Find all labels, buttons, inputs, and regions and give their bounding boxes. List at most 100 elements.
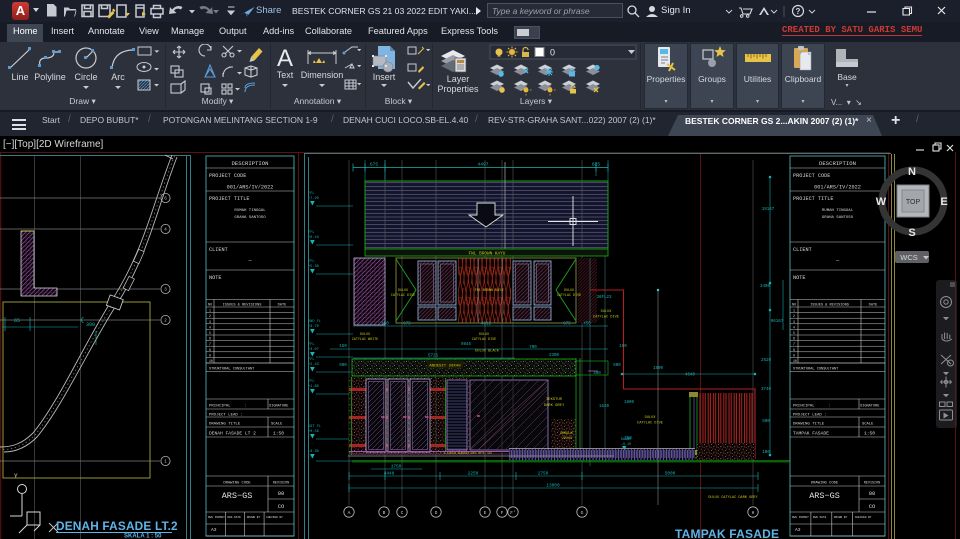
- svg-text:F': F': [510, 510, 516, 516]
- svg-text:SCALE: SCALE: [271, 423, 283, 427]
- svg-text:DENAH FASADE LT 2: DENAH FASADE LT 2: [209, 431, 256, 437]
- svg-text:FNL BROWN KAYU: FNL BROWN KAYU: [469, 252, 506, 257]
- svg-text:Dimension: Dimension: [301, 70, 344, 80]
- svg-text:DESCRIPTION: DESCRIPTION: [819, 160, 856, 167]
- svg-text:CATYLAC DIVE: CATYLAC DIVE: [637, 422, 663, 426]
- svg-text:500: 500: [762, 420, 770, 424]
- svg-text:Y: Y: [14, 473, 18, 480]
- svg-text:5000: 5000: [665, 472, 676, 477]
- svg-text:A3: A3: [795, 527, 801, 533]
- svg-text:DWG DATE: DWG DATE: [227, 516, 241, 519]
- svg-text:CO: CO: [278, 503, 285, 510]
- svg-text:675: 675: [370, 162, 379, 168]
- svg-text:SKALA 1 : 50: SKALA 1 : 50: [124, 534, 162, 539]
- svg-text:CO: CO: [869, 503, 876, 510]
- svg-text:+2.43: +2.43: [308, 363, 319, 367]
- svg-text:2750: 2750: [538, 472, 549, 477]
- svg-text:DENAH FASADE LT.2: DENAH FASADE LT.2: [56, 519, 178, 533]
- svg-text:STRUKTURAL CONSULTANT: STRUKTURAL CONSULTANT: [209, 368, 255, 372]
- svg-text:DULUX: DULUX: [564, 289, 574, 293]
- svg-text:DRAWING CODE: DRAWING CODE: [223, 482, 251, 486]
- svg-text:Line: Line: [11, 72, 28, 82]
- svg-text:ISSUES & REVISIONS: ISSUES & REVISIONS: [223, 304, 262, 308]
- svg-text:7: 7: [793, 342, 795, 346]
- svg-text:1800: 1800: [624, 401, 635, 405]
- svg-text:DULUX: DULUX: [398, 289, 408, 293]
- svg-text:SIGNATURE: SIGNATURE: [269, 405, 288, 409]
- svg-text:300: 300: [86, 322, 95, 328]
- svg-text:DWG FORMAT: DWG FORMAT: [792, 516, 809, 519]
- svg-text:DATE: DATE: [869, 304, 878, 308]
- svg-text:19167: 19167: [762, 208, 775, 212]
- svg-text:CLIENT: CLIENT: [209, 247, 228, 253]
- svg-text:+6.10: +6.10: [308, 236, 319, 240]
- svg-text:6: 6: [209, 337, 211, 341]
- svg-text:+3.07: +3.07: [308, 348, 319, 352]
- svg-text:600: 600: [339, 364, 347, 368]
- svg-text:+0.56: +0.56: [308, 430, 319, 434]
- svg-text:NO: NO: [792, 304, 796, 308]
- svg-text:Circle: Circle: [74, 72, 97, 82]
- svg-text:DULUX BLACK: DULUX BLACK: [475, 350, 500, 354]
- svg-text:[−][Top][2D Wireframe]: [−][Top][2D Wireframe]: [3, 139, 104, 150]
- svg-text:13000: 13000: [546, 484, 560, 489]
- svg-text:+7.20: +7.20: [308, 197, 319, 201]
- svg-text:FFL: FFL: [308, 192, 314, 196]
- svg-text:SIGNATURE: SIGNATURE: [860, 405, 879, 409]
- svg-text:DAWAH: DAWAH: [621, 438, 631, 442]
- svg-text:E: E: [940, 196, 947, 208]
- svg-text:3740: 3740: [761, 388, 772, 392]
- svg-text:TAMPAK FASADE: TAMPAK FASADE: [793, 431, 829, 437]
- svg-text:TAMPAK FASADE: TAMPAK FASADE: [675, 527, 779, 539]
- svg-text:0: 0: [550, 48, 555, 58]
- svg-text:DULUX CATYLAC DARK GREY: DULUX CATYLAC DARK GREY: [708, 496, 758, 500]
- svg-text:CATYLAC WHITE: CATYLAC WHITE: [352, 338, 378, 342]
- svg-text:600: 600: [613, 364, 621, 368]
- svg-text:1ST FL: 1ST FL: [308, 425, 321, 429]
- svg-text:Text: Text: [277, 70, 294, 80]
- svg-text:4: 4: [209, 325, 211, 329]
- svg-text:Properties: Properties: [437, 84, 479, 94]
- svg-text:4640: 4640: [685, 374, 696, 378]
- svg-text:450: 450: [381, 323, 389, 327]
- svg-text:5: 5: [793, 331, 795, 335]
- svg-text:NOTE: NOTE: [793, 275, 805, 281]
- svg-text:B: B: [383, 510, 386, 516]
- svg-text:DRAWING CODE: DRAWING CODE: [811, 482, 839, 486]
- svg-text:G: G: [581, 510, 584, 516]
- svg-text:NO: NO: [208, 304, 212, 308]
- svg-text:DRAWN BY: DRAWN BY: [834, 516, 848, 519]
- svg-text:PRINCIPAL: PRINCIPAL: [793, 405, 815, 409]
- svg-text:+5.30: +5.30: [308, 265, 319, 269]
- svg-text:9845: 9845: [461, 343, 472, 347]
- svg-text:8: 8: [209, 348, 211, 352]
- svg-text:1: 1: [209, 309, 211, 313]
- svg-text:10: 10: [793, 359, 797, 363]
- svg-text:1590: 1590: [653, 367, 664, 371]
- svg-text:4497: 4497: [477, 162, 488, 168]
- svg-text:7: 7: [209, 342, 211, 346]
- svg-text:ISSUES & REVISIONS: ISSUES & REVISIONS: [810, 304, 849, 308]
- svg-text:DRAWING TITLE: DRAWING TITLE: [209, 423, 241, 427]
- svg-text:GRAHA SANTOSO: GRAHA SANTOSO: [234, 216, 266, 220]
- svg-text:3: 3: [209, 320, 211, 324]
- svg-text:1:50: 1:50: [864, 431, 875, 437]
- svg-text::: :: [244, 405, 246, 409]
- svg-text:WCS: WCS: [900, 253, 918, 262]
- svg-text:825: 825: [592, 162, 601, 168]
- svg-text:700: 700: [529, 346, 537, 350]
- svg-text:S: S: [908, 227, 915, 239]
- svg-text:3448: 3448: [384, 472, 395, 477]
- svg-text:Polyline: Polyline: [34, 72, 66, 82]
- svg-text:STRUKTURAL CONSULTANT: STRUKTURAL CONSULTANT: [793, 368, 839, 372]
- svg-text:DATE: DATE: [278, 304, 287, 308]
- svg-text:+3.70: +3.70: [308, 325, 319, 329]
- svg-text:2: 2: [793, 314, 795, 318]
- svg-text:A3: A3: [211, 527, 217, 533]
- svg-text:A: A: [277, 45, 293, 72]
- svg-text:DRAWING TITLE: DRAWING TITLE: [793, 423, 825, 427]
- svg-text:65: 65: [14, 318, 20, 324]
- svg-text:2: 2: [209, 314, 211, 318]
- svg-text:10: 10: [209, 359, 213, 363]
- svg-text:DARK GREY: DARK GREY: [544, 404, 565, 408]
